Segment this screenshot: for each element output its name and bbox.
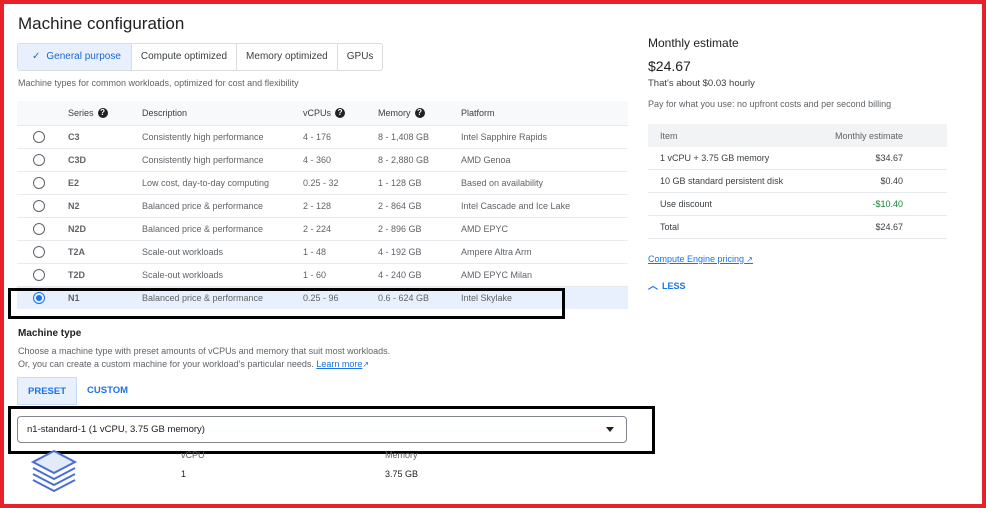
page-title: Machine configuration [18,14,185,33]
tab-compute-optimized[interactable]: Compute optimized [130,44,236,70]
learn-more-link[interactable]: Learn more [316,359,362,369]
compute-engine-pricing-link[interactable]: Compute Engine pricing ↗ [648,254,753,264]
radio-button[interactable] [33,269,45,281]
col-item: Item [648,124,811,147]
series-row-t2a[interactable]: T2A Scale-out workloads 1 - 48 4 - 192 G… [17,240,628,264]
help-icon[interactable]: ? [97,108,108,119]
help-icon[interactable]: ? [414,108,425,119]
series-table: Series? Description vCPUs? Memory? Platf… [17,101,628,309]
memory-value: 3.75 GB [385,469,419,479]
machine-type-description: Choose a machine type with preset amount… [18,346,391,369]
series-row-n2d[interactable]: N2D Balanced price & performance 2 - 224… [17,217,628,241]
radio-button[interactable] [33,246,45,258]
series-row-n2[interactable]: N2 Balanced price & performance 2 - 128 … [17,194,628,218]
machine-type-label: Machine type [18,328,82,339]
vcpu-header: vCPU [181,450,205,460]
estimate-row: Use discount -$10.40 [648,192,947,216]
col-memory: Memory? [378,101,461,126]
machine-family-tabs: ✓ General purpose Compute optimized Memor… [17,43,384,71]
col-series: Series? [68,101,142,126]
tab-preset[interactable]: PRESET [17,377,78,405]
estimate-billing-note: Pay for what you use: no upfront costs a… [648,99,892,109]
external-link-icon: ↗ [362,360,370,369]
tab-general-purpose[interactable]: ✓ General purpose [18,44,131,70]
estimate-row-total: Total $24.67 [648,215,947,239]
estimate-price: $24.67 [648,58,691,74]
col-platform: Platform [461,101,628,126]
series-row-c3[interactable]: C3 Consistently high performance 4 - 176… [17,125,628,149]
estimate-table: Item Monthly estimate 1 vCPU + 3.75 GB m… [648,124,947,239]
check-icon: ✓ [32,51,41,62]
n1-row-highlight-box [8,288,565,319]
vcpu-value: 1 [181,469,187,479]
machine-type-highlight-box [8,406,655,454]
external-link-icon: ↗ [744,255,753,264]
radio-button[interactable] [33,131,45,143]
tab-memory-optimized[interactable]: Memory optimized [236,44,337,70]
machine-type-tabs: PRESET CUSTOM [17,377,138,405]
layers-icon [30,450,78,493]
tab-gpus[interactable]: GPUs [336,44,383,70]
series-table-header: Series? Description vCPUs? Memory? Platf… [17,101,628,126]
estimate-hourly: That's about $0.03 hourly [648,78,755,89]
family-hint: Machine types for common workloads, opti… [18,78,299,88]
radio-button[interactable] [33,200,45,212]
memory-header: Memory [385,450,418,460]
series-row-c3d[interactable]: C3D Consistently high performance 4 - 36… [17,148,628,172]
tab-label: General purpose [46,51,121,62]
estimate-row: 10 GB standard persistent disk $0.40 [648,169,947,193]
estimate-title: Monthly estimate [648,36,739,50]
chevron-up-icon: ︿ [648,281,658,292]
radio-button[interactable] [33,154,45,166]
col-monthly-estimate: Monthly estimate [810,124,947,147]
col-vcpus: vCPUs? [303,101,378,126]
tab-custom[interactable]: CUSTOM [77,377,138,405]
less-button[interactable]: ︿ LESS [648,277,686,292]
radio-button[interactable] [33,177,45,189]
estimate-row: 1 vCPU + 3.75 GB memory $34.67 [648,147,947,170]
series-row-e2[interactable]: E2 Low cost, day-to-day computing 0.25 -… [17,171,628,195]
help-icon[interactable]: ? [335,108,346,119]
col-description: Description [142,101,303,126]
radio-button[interactable] [33,223,45,235]
series-row-t2d[interactable]: T2D Scale-out workloads 1 - 60 4 - 240 G… [17,263,628,287]
